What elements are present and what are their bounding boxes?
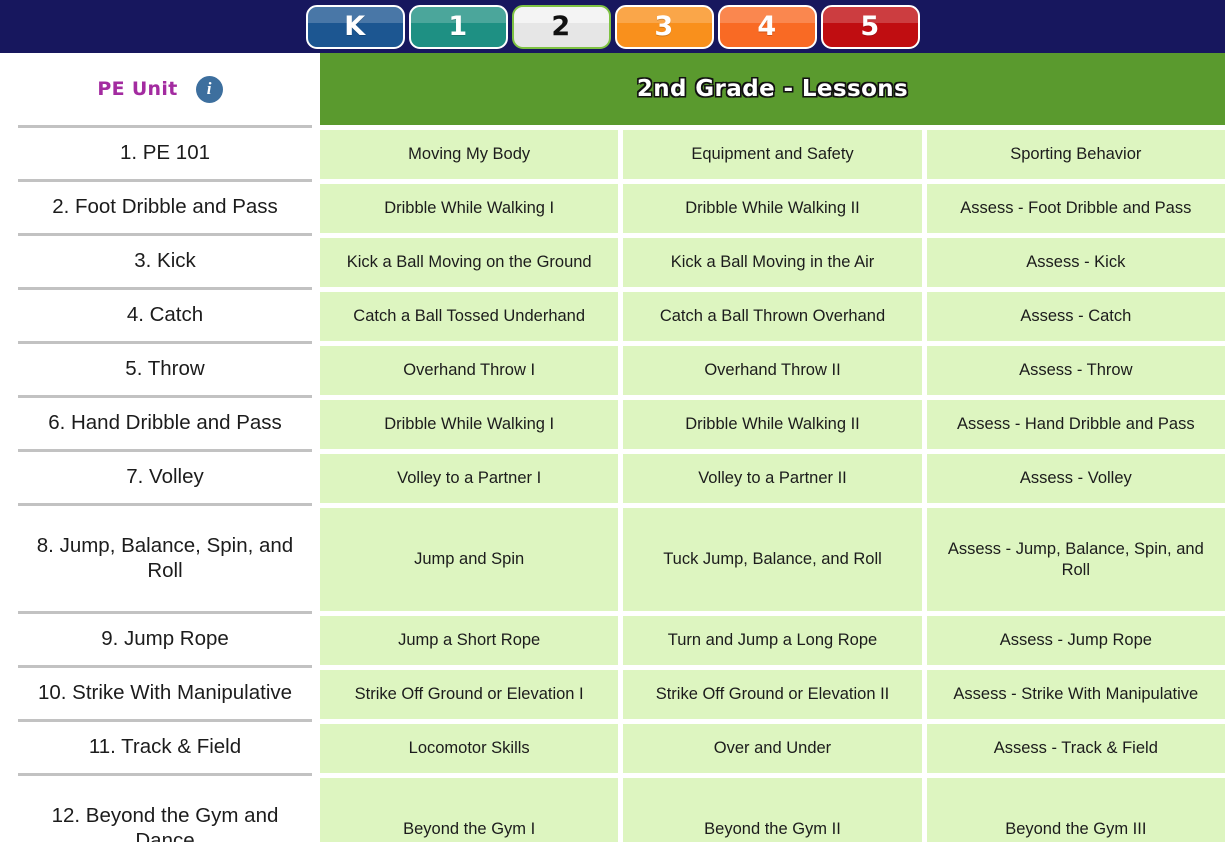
grade-tabs: K 1 2 3 4 5	[305, 4, 920, 49]
info-icon[interactable]: i	[195, 75, 223, 103]
sidebar-item-unit-5[interactable]: 5. Throw	[18, 341, 312, 395]
lesson-cell[interactable]: Sporting Behavior	[926, 130, 1225, 179]
lesson-row-3: Kick a Ball Moving on the Ground Kick a …	[320, 238, 1225, 292]
grade-tab-4-label: 4	[757, 11, 777, 42]
lesson-cell[interactable]: Over and Under	[623, 724, 922, 773]
sidebar-item-unit-1[interactable]: 1. PE 101	[18, 125, 312, 179]
lesson-row-5: Overhand Throw I Overhand Throw II Asses…	[320, 346, 1225, 400]
lesson-cell[interactable]: Tuck Jump, Balance, and Roll	[623, 508, 922, 611]
lesson-cell[interactable]: Assess - Jump Rope	[926, 616, 1225, 665]
lesson-cell[interactable]: Dribble While Walking I	[320, 184, 619, 233]
lesson-cell[interactable]: Strike Off Ground or Elevation II	[623, 670, 922, 719]
lesson-cell[interactable]: Catch a Ball Thrown Overhand	[623, 292, 922, 341]
lesson-cell[interactable]: Volley to a Partner I	[320, 454, 619, 503]
lesson-cell[interactable]: Volley to a Partner II	[623, 454, 922, 503]
lesson-cell[interactable]: Catch a Ball Tossed Underhand	[320, 292, 619, 341]
lesson-cell[interactable]: Kick a Ball Moving in the Air	[623, 238, 922, 287]
lesson-cell[interactable]: Assess - Jump, Balance, Spin, and Roll	[926, 508, 1225, 611]
grade-tab-2[interactable]: 2	[511, 4, 611, 49]
lesson-row-2: Dribble While Walking I Dribble While Wa…	[320, 184, 1225, 238]
lesson-cell[interactable]: Dribble While Walking II	[623, 184, 922, 233]
lesson-row-10: Strike Off Ground or Elevation I Strike …	[320, 670, 1225, 724]
lesson-cell[interactable]: Overhand Throw II	[623, 346, 922, 395]
lessons-header: 2nd Grade - Lessons	[320, 53, 1225, 125]
lesson-cell[interactable]: Jump and Spin	[320, 508, 619, 611]
lesson-cell[interactable]: Assess - Strike With Manipulative	[926, 670, 1225, 719]
pe-unit-title: PE Unit	[97, 78, 178, 100]
lesson-cell[interactable]: Assess - Throw	[926, 346, 1225, 395]
grade-tab-3-label: 3	[654, 11, 674, 42]
lesson-cell[interactable]: Kick a Ball Moving on the Ground	[320, 238, 619, 287]
sidebar-item-unit-12[interactable]: 12. Beyond the Gym and Dance	[18, 773, 312, 842]
sidebar-item-unit-2[interactable]: 2. Foot Dribble and Pass	[18, 179, 312, 233]
grade-tab-4[interactable]: 4	[717, 4, 817, 49]
lesson-row-12: Beyond the Gym I Beyond the Gym II Beyon…	[320, 778, 1225, 842]
lesson-cell[interactable]: Dribble While Walking II	[623, 400, 922, 449]
lesson-cell[interactable]: Beyond the Gym I	[320, 778, 619, 842]
lesson-row-4: Catch a Ball Tossed Underhand Catch a Ba…	[320, 292, 1225, 346]
pe-unit-sidebar: PE Unit i 1. PE 101 2. Foot Dribble and …	[0, 53, 320, 842]
lesson-cell[interactable]: Moving My Body	[320, 130, 619, 179]
lesson-row-1: Moving My Body Equipment and Safety Spor…	[320, 125, 1225, 184]
lesson-cell[interactable]: Strike Off Ground or Elevation I	[320, 670, 619, 719]
lesson-cell[interactable]: Jump a Short Rope	[320, 616, 619, 665]
sidebar-item-unit-10[interactable]: 10. Strike With Manipulative	[18, 665, 312, 719]
pe-unit-header: PE Unit i	[0, 53, 320, 125]
lesson-row-9: Jump a Short Rope Turn and Jump a Long R…	[320, 616, 1225, 670]
lesson-cell[interactable]: Assess - Kick	[926, 238, 1225, 287]
lesson-cell[interactable]: Turn and Jump a Long Rope	[623, 616, 922, 665]
grade-tab-k-label: K	[344, 11, 366, 42]
lesson-cell[interactable]: Beyond the Gym II	[623, 778, 922, 842]
lesson-cell[interactable]: Overhand Throw I	[320, 346, 619, 395]
sidebar-item-unit-3[interactable]: 3. Kick	[18, 233, 312, 287]
grade-tab-2-label: 2	[551, 11, 571, 42]
lessons-panel: 2nd Grade - Lessons Moving My Body Equip…	[320, 53, 1225, 842]
lesson-cell[interactable]: Assess - Hand Dribble and Pass	[926, 400, 1225, 449]
lesson-cell[interactable]: Dribble While Walking I	[320, 400, 619, 449]
lesson-cell[interactable]: Beyond the Gym III	[926, 778, 1225, 842]
grade-tab-k[interactable]: K	[305, 4, 405, 49]
lesson-cell[interactable]: Assess - Track & Field	[926, 724, 1225, 773]
grade-tab-3[interactable]: 3	[614, 4, 714, 49]
lesson-cell[interactable]: Assess - Catch	[926, 292, 1225, 341]
page-body: PE Unit i 1. PE 101 2. Foot Dribble and …	[0, 53, 1225, 842]
lesson-cell[interactable]: Locomotor Skills	[320, 724, 619, 773]
lesson-cell[interactable]: Equipment and Safety	[623, 130, 922, 179]
grade-tab-1[interactable]: 1	[408, 4, 508, 49]
grade-tab-1-label: 1	[448, 11, 468, 42]
lesson-row-6: Dribble While Walking I Dribble While Wa…	[320, 400, 1225, 454]
grade-tab-bar: K 1 2 3 4 5	[0, 0, 1225, 53]
sidebar-item-unit-7[interactable]: 7. Volley	[18, 449, 312, 503]
grade-tab-5-label: 5	[860, 11, 880, 42]
lesson-cell[interactable]: Assess - Foot Dribble and Pass	[926, 184, 1225, 233]
sidebar-item-unit-8[interactable]: 8. Jump, Balance, Spin, and Roll	[18, 503, 312, 611]
grade-tab-5[interactable]: 5	[820, 4, 920, 49]
lesson-cell[interactable]: Assess - Volley	[926, 454, 1225, 503]
sidebar-item-unit-6[interactable]: 6. Hand Dribble and Pass	[18, 395, 312, 449]
sidebar-item-unit-11[interactable]: 11. Track & Field	[18, 719, 312, 773]
lessons-title: 2nd Grade - Lessons	[636, 76, 909, 102]
sidebar-item-unit-4[interactable]: 4. Catch	[18, 287, 312, 341]
sidebar-item-unit-9[interactable]: 9. Jump Rope	[18, 611, 312, 665]
lesson-row-7: Volley to a Partner I Volley to a Partne…	[320, 454, 1225, 508]
lesson-row-8: Jump and Spin Tuck Jump, Balance, and Ro…	[320, 508, 1225, 616]
lesson-row-11: Locomotor Skills Over and Under Assess -…	[320, 724, 1225, 778]
